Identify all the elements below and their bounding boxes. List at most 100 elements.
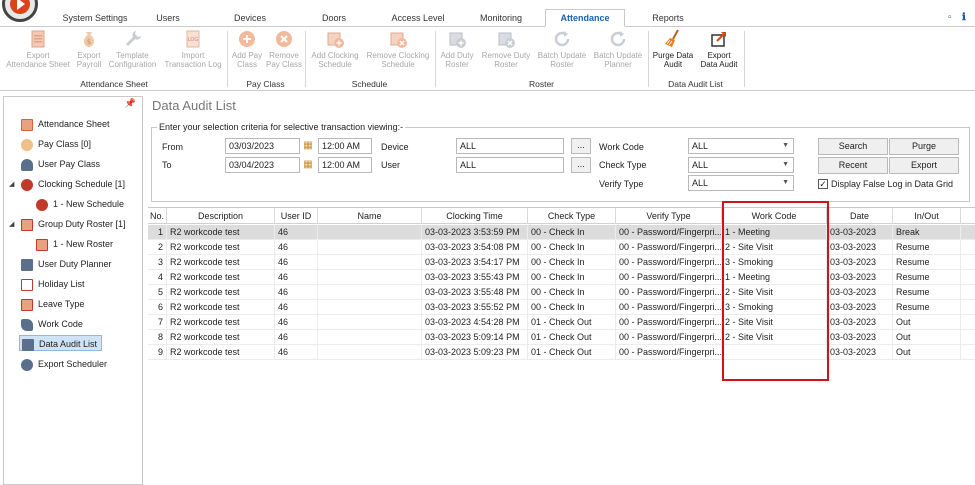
tab-attendance[interactable]: Attendance: [545, 9, 625, 27]
batch-update-roster-button[interactable]: Batch Update Roster: [535, 29, 589, 69]
user-browse-button[interactable]: ...: [571, 157, 591, 173]
device-browse-button[interactable]: ...: [571, 138, 591, 154]
from-date-field[interactable]: 03/03/2023: [225, 138, 300, 154]
tab-reports[interactable]: Reports: [645, 10, 691, 27]
column-header-verify-type[interactable]: Verify Type: [616, 208, 722, 224]
pin-icon[interactable]: 📌: [125, 98, 136, 109]
table-row[interactable]: 9 R2 workcode test 46 03-03-2023 5:09:23 PM…: [148, 345, 975, 360]
table-row[interactable]: 8 R2 workcode test 46 03-03-2023 5:09:14 PM…: [148, 330, 975, 345]
cell-user-id: 46: [275, 270, 318, 285]
sidebar-item-user-duty-planner[interactable]: User Duty Planner: [21, 256, 112, 272]
remove-clocking-schedule-button[interactable]: Remove Clocking Schedule: [364, 29, 432, 69]
roster-icon: [21, 218, 33, 231]
to-date-field[interactable]: 03/04/2023: [225, 157, 300, 173]
remove-pay-class-button[interactable]: Remove Pay Class: [266, 29, 302, 69]
from-label: From: [162, 142, 183, 152]
work-code-select[interactable]: ALL ▼: [688, 138, 794, 154]
sidebar-item-export-scheduler[interactable]: Export Scheduler: [21, 356, 107, 372]
column-header-description[interactable]: Description: [167, 208, 275, 224]
sidebar-item-new-schedule[interactable]: 1 - New Schedule: [36, 196, 124, 212]
export-attendance-sheet-button[interactable]: Export Attendance Sheet: [4, 29, 72, 69]
cell-date: 03-03-2023: [827, 315, 893, 330]
calendar-icon[interactable]: ▦: [302, 140, 314, 152]
sidebar-item-user-pay-class[interactable]: User Pay Class: [21, 156, 100, 172]
template-configuration-button[interactable]: Template Configuration: [105, 29, 160, 69]
export-button[interactable]: Export: [889, 157, 959, 174]
sidebar-item-label: User Pay Class: [38, 159, 101, 169]
add-schedule-icon: [327, 32, 344, 48]
collapse-arrow-icon[interactable]: ◢: [9, 220, 14, 228]
search-button[interactable]: Search: [818, 138, 888, 155]
sidebar-item-data-audit-list[interactable]: Data Audit List: [19, 335, 103, 351]
table-row[interactable]: 4 R2 workcode test 46 03-03-2023 3:55:43 PM…: [148, 270, 975, 285]
sidebar-item-clocking-schedule[interactable]: Clocking Schedule [1]: [21, 176, 125, 192]
purge-data-audit-button[interactable]: Purge Data Audit: [650, 29, 696, 69]
help-icon[interactable]: ℹ: [962, 12, 966, 23]
add-clocking-schedule-button[interactable]: Add Clocking Schedule: [307, 29, 363, 69]
cell-description: R2 workcode test: [167, 345, 275, 360]
calendar-icon[interactable]: ▦: [302, 159, 314, 171]
column-header-in-out[interactable]: In/Out: [893, 208, 961, 224]
table-row[interactable]: 7 R2 workcode test 46 03-03-2023 4:54:28 PM…: [148, 315, 975, 330]
sidebar-item-label: Leave Type: [38, 299, 85, 309]
sidebar-item-label: 1 - New Schedule: [53, 199, 125, 209]
restore-icon[interactable]: ▫: [948, 12, 952, 23]
cell-clocking-time: 03-03-2023 3:54:17 PM: [422, 255, 528, 270]
import-transaction-log-button[interactable]: LOG Import Transaction Log: [162, 29, 224, 69]
ribbon-button-label: Add Duty Roster: [440, 51, 474, 69]
add-roster-icon: [449, 32, 466, 48]
export-payroll-button[interactable]: $ Export Payroll: [74, 29, 104, 69]
tab-system-settings[interactable]: System Settings: [40, 10, 150, 27]
add-duty-roster-button[interactable]: Add Duty Roster: [437, 29, 477, 69]
column-header-clocking-time[interactable]: Clocking Time: [422, 208, 528, 224]
table-row[interactable]: 3 R2 workcode test 46 03-03-2023 3:54:17 PM…: [148, 255, 975, 270]
sidebar-item-leave-type[interactable]: Leave Type: [21, 296, 84, 312]
user-field[interactable]: ALL: [456, 157, 564, 173]
purge-button[interactable]: Purge: [889, 138, 959, 155]
device-field[interactable]: ALL: [456, 138, 564, 154]
cell-user-id: 46: [275, 285, 318, 300]
false-log-checkbox[interactable]: ✓: [818, 179, 828, 189]
ribbon-button-label: Export Payroll: [76, 51, 102, 69]
remove-duty-roster-button[interactable]: Remove Duty Roster: [478, 29, 534, 69]
table-row[interactable]: 6 R2 workcode test 46 03-03-2023 3:55:52 PM…: [148, 300, 975, 315]
device-label: Device: [381, 142, 409, 152]
broom-icon: [665, 29, 679, 47]
table-row[interactable]: 2 R2 workcode test 46 03-03-2023 3:54:08 PM…: [148, 240, 975, 255]
export-data-audit-button[interactable]: Export Data Audit: [697, 29, 741, 69]
cell-name: [318, 270, 422, 285]
tab-doors[interactable]: Doors: [314, 10, 354, 27]
sidebar-item-group-duty-roster[interactable]: Group Duty Roster [1]: [21, 216, 126, 232]
tab-devices[interactable]: Devices: [225, 10, 275, 27]
cell-no: 8: [148, 330, 167, 345]
column-header-user-id[interactable]: User ID: [275, 208, 318, 224]
cell-verify-type: 00 - Password/Fingerpri...: [616, 315, 722, 330]
column-header-name[interactable]: Name: [318, 208, 422, 224]
cell-date: 03-03-2023: [827, 345, 893, 360]
add-pay-class-button[interactable]: Add Pay Class: [229, 29, 265, 69]
sidebar-item-work-code[interactable]: Work Code: [21, 316, 83, 332]
tab-users[interactable]: Users: [150, 10, 186, 27]
check-type-select[interactable]: ALL ▼: [688, 157, 794, 173]
tab-monitoring[interactable]: Monitoring: [472, 10, 530, 27]
verify-type-select[interactable]: ALL ▼: [688, 175, 794, 191]
from-time-field[interactable]: 12:00 AM: [318, 138, 372, 154]
sidebar-item-new-roster[interactable]: 1 - New Roster: [36, 236, 113, 252]
table-row[interactable]: 5 R2 workcode test 46 03-03-2023 3:55:48 PM…: [148, 285, 975, 300]
cell-in-out: Resume: [893, 255, 961, 270]
ribbon-button-label: Export Data Audit: [700, 51, 738, 69]
sidebar-item-pay-class[interactable]: Pay Class [0]: [21, 136, 91, 152]
verify-type-label: Verify Type: [599, 179, 644, 189]
batch-update-planner-button[interactable]: Batch Update Planner: [590, 29, 646, 69]
column-header-date[interactable]: Date: [827, 208, 893, 224]
column-header-no[interactable]: No.: [148, 208, 167, 224]
sidebar-item-label: Export Scheduler: [38, 359, 108, 369]
table-row[interactable]: 1 R2 workcode test 46 03-03-2023 3:53:59 PM…: [148, 225, 975, 240]
sidebar-item-attendance-sheet[interactable]: Attendance Sheet: [21, 116, 110, 132]
collapse-arrow-icon[interactable]: ◢: [9, 180, 14, 188]
column-header-check-type[interactable]: Check Type: [528, 208, 616, 224]
sidebar-item-holiday-list[interactable]: Holiday List: [21, 276, 85, 292]
tab-access-level[interactable]: Access Level: [387, 10, 449, 27]
recent-button[interactable]: Recent: [818, 157, 888, 174]
to-time-field[interactable]: 12:00 AM: [318, 157, 372, 173]
